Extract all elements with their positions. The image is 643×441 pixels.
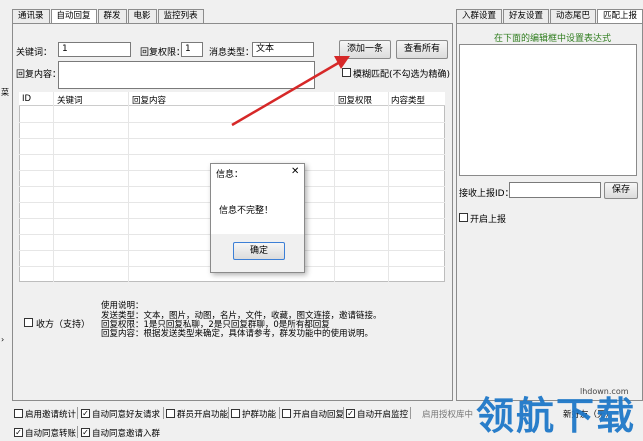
row-line <box>19 154 445 155</box>
content-input[interactable] <box>58 61 315 89</box>
col-content-type[interactable]: 内容类型 <box>391 94 425 106</box>
auto-monitor-label: 自动开启监控 <box>357 410 409 420</box>
auto-accept-transfer-label: 自动同意转账 <box>25 429 77 439</box>
left-tab-bar: 通讯录 自动回复 群发 电影 监控列表 <box>12 9 205 24</box>
save-button[interactable]: 保存 <box>604 182 638 199</box>
watermark-brand: 领航下载 <box>476 394 637 438</box>
col-divider <box>128 92 129 282</box>
col-id[interactable]: ID <box>22 94 31 104</box>
tab-mass-send[interactable]: 群发 <box>97 9 127 23</box>
member-function-checkbox[interactable] <box>166 409 175 418</box>
tab-group-settings[interactable]: 入群设置 <box>456 9 503 23</box>
auto-accept-friend-checkbox[interactable]: ✓ <box>81 409 90 418</box>
auth-library-label: 启用授权库中 <box>422 410 474 420</box>
side-menu-glyph: 菜 <box>1 88 9 97</box>
expression-hint: 在下面的编辑框中设置表达式 <box>494 34 612 44</box>
col-divider <box>388 92 389 282</box>
auto-accept-friend-label: 自动同意好友请求 <box>92 410 161 420</box>
keyword-label: 关键词： <box>16 48 53 58</box>
row-line <box>19 138 445 139</box>
enable-report-label: 开启上报 <box>470 215 507 225</box>
auto-accept-transfer-checkbox[interactable]: ✓ <box>14 428 23 437</box>
row-line <box>19 122 445 123</box>
auto-accept-invite-label: 自动同意邀请入群 <box>92 429 161 439</box>
msgtype-input[interactable]: 文本 <box>252 42 314 57</box>
member-function-label: 群员开启功能 <box>177 410 229 420</box>
separator <box>279 407 280 419</box>
group-protect-label: 护群功能 <box>242 410 277 420</box>
auto-reply-enable-checkbox[interactable] <box>282 409 291 418</box>
usage-line-4: 回复内容：根据发送类型来确定，具体请参考，群发功能中的使用说明。 <box>101 329 374 339</box>
tab-auto-reply[interactable]: 自动回复 <box>50 9 97 24</box>
invite-stats-checkbox[interactable] <box>14 409 23 418</box>
receive-id-label: 接收上报ID： <box>459 189 514 199</box>
col-keyword[interactable]: 关键词 <box>57 94 83 106</box>
group-protect-checkbox[interactable] <box>231 409 240 418</box>
dialog-title: 信息： <box>216 170 244 180</box>
support-checkbox[interactable] <box>24 318 33 327</box>
auto-reply-enable-label: 开启自动回复 <box>293 410 345 420</box>
tab-contacts[interactable]: 通讯录 <box>12 9 50 23</box>
col-permission[interactable]: 回复权限 <box>338 94 372 106</box>
permission-input[interactable]: 1 <box>181 42 203 57</box>
dialog-message: 信息不完整！ <box>219 206 274 216</box>
content-label: 回复内容： <box>16 70 62 80</box>
separator <box>228 407 229 419</box>
ok-button[interactable]: 确定 <box>233 242 285 260</box>
side-expand-arrow[interactable]: › <box>1 335 4 344</box>
add-entry-button[interactable]: 添加一条 <box>339 40 391 59</box>
invite-stats-label: 启用邀请统计 <box>25 410 77 420</box>
separator <box>163 407 164 419</box>
reply-table-header: ID 关键词 回复内容 回复权限 内容类型 <box>19 92 445 106</box>
enable-report-checkbox[interactable] <box>459 213 468 222</box>
receive-id-input[interactable] <box>509 182 601 198</box>
col-divider <box>53 92 54 282</box>
tab-friend-settings[interactable]: 好友设置 <box>503 9 550 23</box>
tab-dynamic-tail[interactable]: 动态尾巴 <box>550 9 597 23</box>
auto-accept-invite-checkbox[interactable]: ✓ <box>81 428 90 437</box>
fuzzy-match-checkbox[interactable] <box>342 68 351 77</box>
keyword-input[interactable]: 1 <box>58 42 131 57</box>
auto-monitor-checkbox[interactable]: ✓ <box>346 409 355 418</box>
view-all-button[interactable]: 查看所有 <box>396 40 448 59</box>
col-divider <box>334 92 335 282</box>
tab-movie[interactable]: 电影 <box>127 9 157 23</box>
msgtype-label: 消息类型： <box>209 48 255 58</box>
tab-match-report[interactable]: 匹配上报 <box>597 9 643 24</box>
close-icon[interactable]: ✕ <box>291 166 299 177</box>
support-label: 收方（支持） <box>36 320 91 330</box>
permission-label: 回复权限： <box>140 48 186 58</box>
separator <box>77 426 78 438</box>
expression-editor[interactable] <box>459 44 637 176</box>
separator <box>410 407 411 419</box>
right-tab-bar: 入群设置 好友设置 动态尾巴 匹配上报 <box>456 9 643 24</box>
separator <box>77 407 78 419</box>
tab-monitor-list[interactable]: 监控列表 <box>157 9 204 23</box>
col-reply-content[interactable]: 回复内容 <box>132 94 166 106</box>
left-edge-strip <box>0 0 9 441</box>
fuzzy-match-label: 模糊匹配(不勾选为精确) <box>353 70 451 80</box>
separator <box>343 407 344 419</box>
